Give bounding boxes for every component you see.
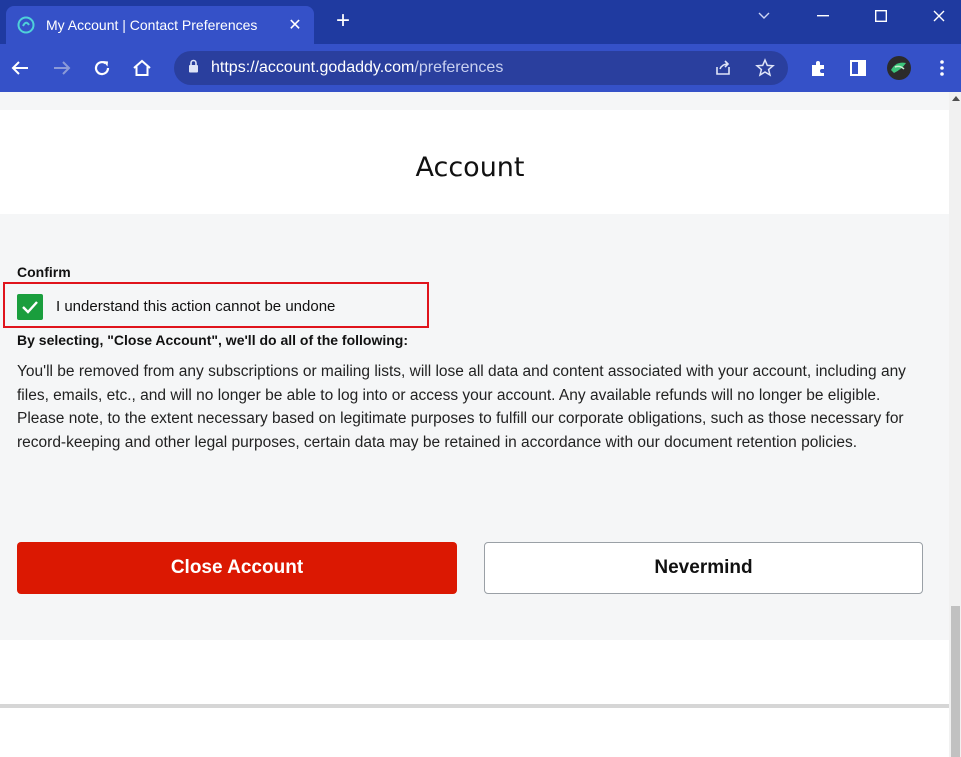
lock-icon[interactable] <box>188 59 199 78</box>
url-path: /preferences <box>414 59 504 76</box>
url-host: https://account.godaddy.com <box>211 59 415 76</box>
address-bar[interactable]: https://account.godaddy.com/preferences <box>174 51 788 85</box>
minimize-icon[interactable] <box>801 0 845 32</box>
profile-avatar[interactable] <box>885 54 913 82</box>
url-text: https://account.godaddy.com/preferences <box>211 59 503 77</box>
reload-icon[interactable] <box>88 54 116 82</box>
home-icon[interactable] <box>128 54 156 82</box>
tab-title: My Account | Contact Preferences <box>46 17 258 33</box>
footer-divider <box>0 704 949 708</box>
scrollbar-thumb[interactable] <box>951 606 960 757</box>
window-close-icon[interactable] <box>917 0 961 32</box>
star-icon[interactable] <box>755 58 775 83</box>
checkbox-label[interactable]: I understand this action cannot be undon… <box>56 298 335 315</box>
godaddy-favicon-icon <box>16 15 36 35</box>
plus-icon[interactable]: + <box>330 8 356 34</box>
checkmark-icon <box>22 301 38 314</box>
confirm-label: Confirm <box>17 264 71 280</box>
nevermind-button[interactable]: Nevermind <box>484 542 923 594</box>
by-selecting-heading: By selecting, "Close Account", we'll do … <box>17 332 409 348</box>
scroll-up-arrow-icon[interactable] <box>952 96 960 101</box>
sidepanel-icon[interactable] <box>844 54 872 82</box>
page-viewport: Account Confirm I understand this action… <box>0 92 949 757</box>
close-icon[interactable]: ✕ <box>284 15 306 35</box>
share-icon[interactable] <box>714 59 732 82</box>
close-account-button[interactable]: Close Account <box>17 542 457 594</box>
consequences-text: You'll be removed from any subscriptions… <box>17 363 906 451</box>
footer-panel <box>0 640 949 757</box>
browser-toolbar: https://account.godaddy.com/preferences <box>0 44 961 92</box>
kebab-menu-icon[interactable] <box>928 54 956 82</box>
chevron-down-icon[interactable] <box>742 0 786 32</box>
browser-tab[interactable]: My Account | Contact Preferences ✕ <box>6 6 314 44</box>
extensions-icon[interactable] <box>804 54 832 82</box>
page-title: Account <box>415 152 525 183</box>
top-strip <box>0 92 949 110</box>
confirm-checkbox[interactable] <box>17 294 43 320</box>
maximize-icon[interactable] <box>859 0 903 32</box>
forward-icon[interactable] <box>48 54 76 82</box>
back-icon[interactable] <box>6 54 34 82</box>
browser-titlebar: My Account | Contact Preferences ✕ + <box>0 0 961 44</box>
